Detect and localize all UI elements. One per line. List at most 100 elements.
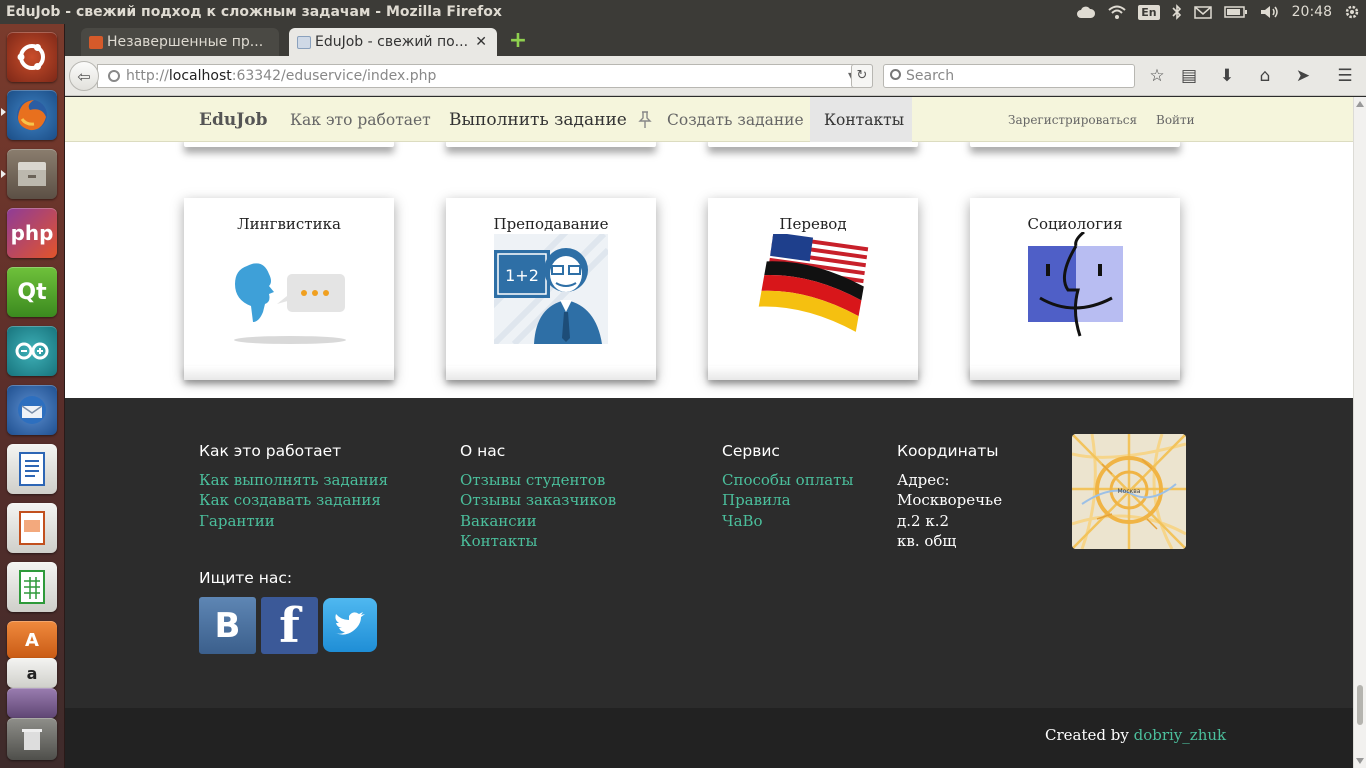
cloud-icon[interactable] — [1076, 0, 1096, 24]
app-launcher: php Qt A a — [0, 24, 65, 768]
browser-toolbar: http://localhost:63342/eduservice/index.… — [65, 56, 1366, 96]
page-viewport: EduJob Как это работает Выполнить задани… — [65, 97, 1353, 768]
footer-link[interactable]: ЧаВо — [722, 512, 763, 530]
find-us-heading: Ищите нас: — [199, 569, 293, 587]
footer-link[interactable]: Гарантии — [199, 512, 275, 530]
category-card-teaching[interactable]: Преподавание 1+2 — [446, 198, 656, 380]
footer-link[interactable]: Отзывы заказчиков — [460, 491, 616, 509]
thunderbird-icon[interactable] — [7, 385, 57, 435]
qt-creator-icon[interactable]: Qt — [7, 267, 57, 317]
scroll-up-arrow-icon[interactable] — [1356, 101, 1364, 107]
category-title: Лингвистика — [237, 215, 341, 233]
footer-link[interactable]: Вакансии — [460, 512, 537, 530]
reading-list-icon[interactable]: ▤ — [1178, 65, 1200, 87]
footer-link[interactable]: Правила — [722, 491, 791, 509]
globe-icon — [108, 70, 120, 82]
pushpin-icon — [638, 97, 652, 142]
map-image: Москва — [1072, 434, 1186, 549]
settings-gear-icon[interactable] — [1344, 0, 1360, 24]
nav-contacts[interactable]: Контакты — [810, 97, 912, 142]
category-card-sociology[interactable]: Социология — [970, 198, 1180, 380]
firefox-icon[interactable] — [7, 90, 57, 140]
footer-link[interactable]: Контакты — [460, 532, 538, 550]
ubuntu-dash-icon[interactable] — [7, 32, 57, 82]
address-bar[interactable]: http://localhost:63342/eduservice/index.… — [97, 64, 873, 88]
location-map[interactable]: Москва — [1072, 434, 1186, 549]
libreoffice-impress-icon[interactable] — [7, 503, 57, 553]
footer-link[interactable]: Как создавать задания — [199, 491, 381, 509]
nav-how-it-works[interactable]: Как это работает — [290, 97, 431, 142]
category-card-linguistics[interactable]: Лингвистика — [184, 198, 394, 380]
reload-icon[interactable]: ↻ — [851, 64, 873, 88]
address-line: д.2 к.2 — [897, 512, 950, 530]
browser-tab[interactable]: Незавершенные пр... — [81, 28, 279, 56]
nav-create-task[interactable]: Создать задание — [667, 97, 804, 142]
search-icon — [890, 69, 901, 80]
map-label: Москва — [1118, 488, 1141, 495]
facebook-icon[interactable]: f — [261, 597, 318, 654]
footer-heading-service: Сервис — [722, 442, 780, 460]
nav-do-task[interactable]: Выполнить задание — [449, 97, 627, 142]
mail-icon[interactable] — [1193, 0, 1212, 24]
svg-text:1+2: 1+2 — [505, 266, 539, 285]
site-navbar: EduJob Как это работает Выполнить задани… — [65, 97, 1353, 142]
back-button[interactable]: ⇦ — [69, 61, 99, 91]
author-link[interactable]: dobriy_zhuk — [1134, 726, 1227, 744]
created-by-label: Created by — [1045, 726, 1129, 744]
indicator-area: En 20:48 — [1076, 0, 1360, 24]
category-card-translation[interactable]: Перевод — [708, 198, 918, 380]
system-top-panel: EduJob - свежий подход к сложным задачам… — [0, 0, 1366, 24]
site-brand[interactable]: EduJob — [199, 97, 267, 142]
footer-link[interactable]: Как выполнять задания — [199, 471, 388, 489]
footer-heading-how: Как это работает — [199, 442, 342, 460]
close-tab-icon[interactable]: ✕ — [475, 34, 487, 50]
unknown-app-icon[interactable] — [7, 688, 57, 718]
volume-icon[interactable] — [1260, 0, 1280, 24]
phpstorm-icon[interactable]: php — [7, 208, 57, 258]
battery-icon[interactable] — [1223, 0, 1248, 24]
scrollbar-thumb[interactable] — [1357, 685, 1363, 725]
libreoffice-calc-icon[interactable] — [7, 562, 57, 612]
trash-icon[interactable] — [7, 718, 57, 760]
arduino-icon[interactable] — [7, 326, 57, 376]
footer-link[interactable]: Отзывы студентов — [460, 471, 605, 489]
running-indicator — [1, 170, 6, 178]
url-path: :63342/eduservice/index.php — [231, 68, 437, 84]
downloads-icon[interactable]: ⬇ — [1216, 65, 1238, 87]
speech-bubble-icon — [234, 263, 346, 344]
clock[interactable]: 20:48 — [1292, 0, 1332, 24]
phpstorm-favicon-icon — [89, 36, 103, 49]
footer-heading-coords: Координаты — [897, 442, 999, 460]
new-tab-icon[interactable]: + — [507, 30, 529, 53]
page-scrollbar[interactable] — [1353, 97, 1366, 768]
footer-link[interactable]: Способы оплаты — [722, 471, 853, 489]
twitter-icon[interactable] — [323, 598, 377, 652]
keyboard-layout-indicator[interactable]: En — [1138, 0, 1160, 24]
nav-register[interactable]: Зарегистрироваться — [1008, 97, 1137, 142]
category-title: Преподавание — [493, 215, 609, 233]
share-icon[interactable]: ➤ — [1292, 65, 1314, 87]
files-icon[interactable] — [7, 149, 57, 199]
tab-title: EduJob - свежий по... — [315, 34, 469, 50]
vk-icon[interactable]: B — [199, 597, 256, 654]
amazon-icon[interactable]: a — [7, 658, 57, 688]
address-line: кв. общ — [897, 532, 957, 550]
site-footer: Как это работает Как выполнять задания К… — [65, 398, 1353, 708]
wifi-icon[interactable] — [1108, 0, 1126, 24]
back-arrow-icon: ⇦ — [77, 66, 91, 86]
category-title: Перевод — [779, 215, 847, 233]
menu-icon[interactable]: ☰ — [1334, 65, 1356, 87]
address-line: Москворечье — [897, 491, 1003, 509]
tab-title: Незавершенные пр... — [107, 34, 264, 50]
bookmark-star-icon[interactable]: ☆ — [1146, 65, 1168, 87]
software-center-icon[interactable]: A — [7, 621, 57, 659]
home-icon[interactable]: ⌂ — [1254, 65, 1276, 87]
nav-login[interactable]: Войти — [1156, 97, 1195, 142]
libreoffice-writer-icon[interactable] — [7, 444, 57, 494]
scroll-down-arrow-icon[interactable] — [1356, 758, 1364, 764]
search-input[interactable]: Search — [883, 64, 1135, 88]
bluetooth-icon[interactable] — [1172, 0, 1182, 24]
category-title: Социология — [1027, 215, 1123, 233]
browser-tab-active[interactable]: EduJob - свежий по... ✕ — [289, 28, 497, 56]
credits: Created by dobriy_zhuk — [1045, 726, 1226, 744]
